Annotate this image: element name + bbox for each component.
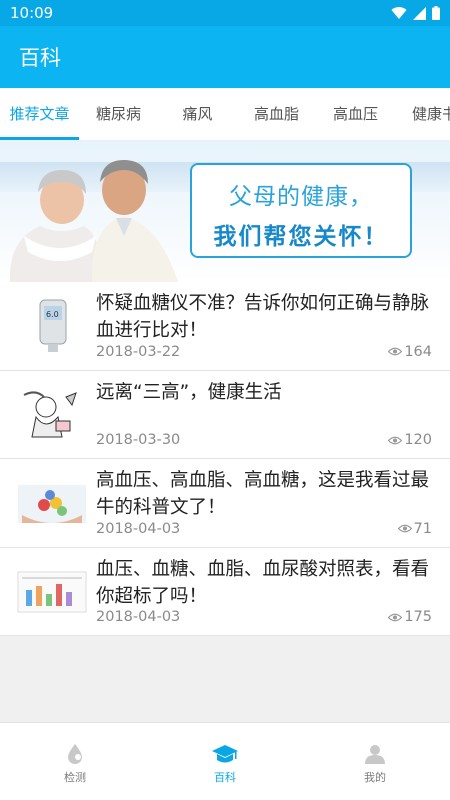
- article-date: 2018-03-30: [96, 432, 181, 448]
- eye-icon: [388, 436, 403, 444]
- list-item[interactable]: 高血压、高血脂、高血糖，这是我看过最牛的科普文了！ 2018-04-03 71: [0, 459, 450, 548]
- nav-item-mine[interactable]: 我的: [300, 723, 450, 800]
- eye-icon: [397, 524, 412, 533]
- battery-icon: [432, 6, 440, 20]
- eye-icon: [388, 347, 403, 356]
- wifi-icon: [391, 6, 407, 19]
- tab-recommended[interactable]: 推荐文章: [0, 88, 79, 140]
- bottom-nav: 检测 百科 我的: [0, 722, 450, 800]
- page-title: 百科: [19, 46, 61, 70]
- article-title: 远离“三高”，健康生活: [96, 381, 282, 403]
- article-title: 怀疑血糖仪不准？告诉你如何正确与静脉血进行比对！: [96, 293, 430, 341]
- article-views: 120: [388, 432, 432, 448]
- article-title: 高血压、高血脂、高血糖，这是我看过最牛的科普文了！: [96, 470, 430, 518]
- list-item[interactable]: 远离“三高”，健康生活 2018-03-30 120: [0, 371, 450, 459]
- article-date: 2018-04-03: [96, 520, 181, 537]
- banner-slogan-line2: 我们帮您关怀！: [213, 224, 389, 250]
- article-views-count: 71: [413, 520, 432, 537]
- eye-icon: [388, 613, 403, 621]
- drop-icon: [68, 744, 82, 764]
- article-title: 血压、血糖、血脂、血尿酸对照表，看看你超标了吗！: [96, 558, 430, 607]
- status-bar: 10:09: [0, 0, 450, 26]
- cartoon-thumbnail: [23, 390, 77, 437]
- tab-gout[interactable]: 痛风: [158, 88, 237, 140]
- elderly-couple-image: [9, 160, 178, 282]
- banner-slogan-card: 父母的健康， 我们帮您关怀！: [190, 163, 412, 258]
- svg-text:6.0: 6.0: [46, 310, 59, 319]
- list-item[interactable]: 6.0 怀疑血糖仪不准？告诉你如何正确与静脉血进行比对！ 2018-03-22 …: [0, 282, 450, 371]
- tab-health-books[interactable]: 健康书: [395, 88, 450, 140]
- nav-label-mine: 我的: [364, 771, 386, 784]
- article-views: 175: [388, 609, 432, 625]
- signal-icon: [413, 6, 426, 20]
- article-views-count: 175: [404, 609, 432, 625]
- banner-slogan-line1: 父母的健康，: [229, 184, 373, 210]
- glucose-meter-thumbnail: 6.0: [39, 299, 67, 352]
- chart-table-thumbnail: [17, 571, 87, 612]
- tab-diabetes[interactable]: 糖尿病: [79, 88, 158, 140]
- pills-hands-thumbnail: [18, 485, 86, 523]
- article-views-count: 120: [404, 432, 432, 448]
- article-date: 2018-04-03: [96, 609, 181, 625]
- nav-item-encyclopedia[interactable]: 百科: [150, 723, 300, 800]
- list-item[interactable]: 血压、血糖、血脂、血尿酸对照表，看看你超标了吗！ 2018-04-03 175: [0, 548, 450, 636]
- nav-item-detect[interactable]: 检测: [0, 723, 150, 800]
- nav-label-encyclopedia: 百科: [214, 771, 236, 784]
- category-tabs: 推荐文章 糖尿病 痛风 高血脂 高血压 健康书: [0, 88, 450, 140]
- article-views-count: 164: [404, 343, 432, 360]
- article-list: 6.0 怀疑血糖仪不准？告诉你如何正确与静脉血进行比对！ 2018-03-22 …: [0, 282, 450, 636]
- app-bar: 百科: [0, 26, 450, 88]
- article-views: 164: [388, 344, 432, 360]
- promo-banner[interactable]: 父母的健康， 我们帮您关怀！: [0, 140, 450, 282]
- user-icon: [365, 745, 385, 764]
- graduation-cap-icon: [212, 745, 238, 763]
- tab-hyperlipidemia[interactable]: 高血脂: [237, 88, 316, 140]
- article-views: 71: [397, 520, 432, 537]
- status-time: 10:09: [10, 4, 54, 22]
- tab-hypertension[interactable]: 高血压: [316, 88, 395, 140]
- article-date: 2018-03-22: [96, 343, 181, 360]
- nav-label-detect: 检测: [64, 771, 86, 784]
